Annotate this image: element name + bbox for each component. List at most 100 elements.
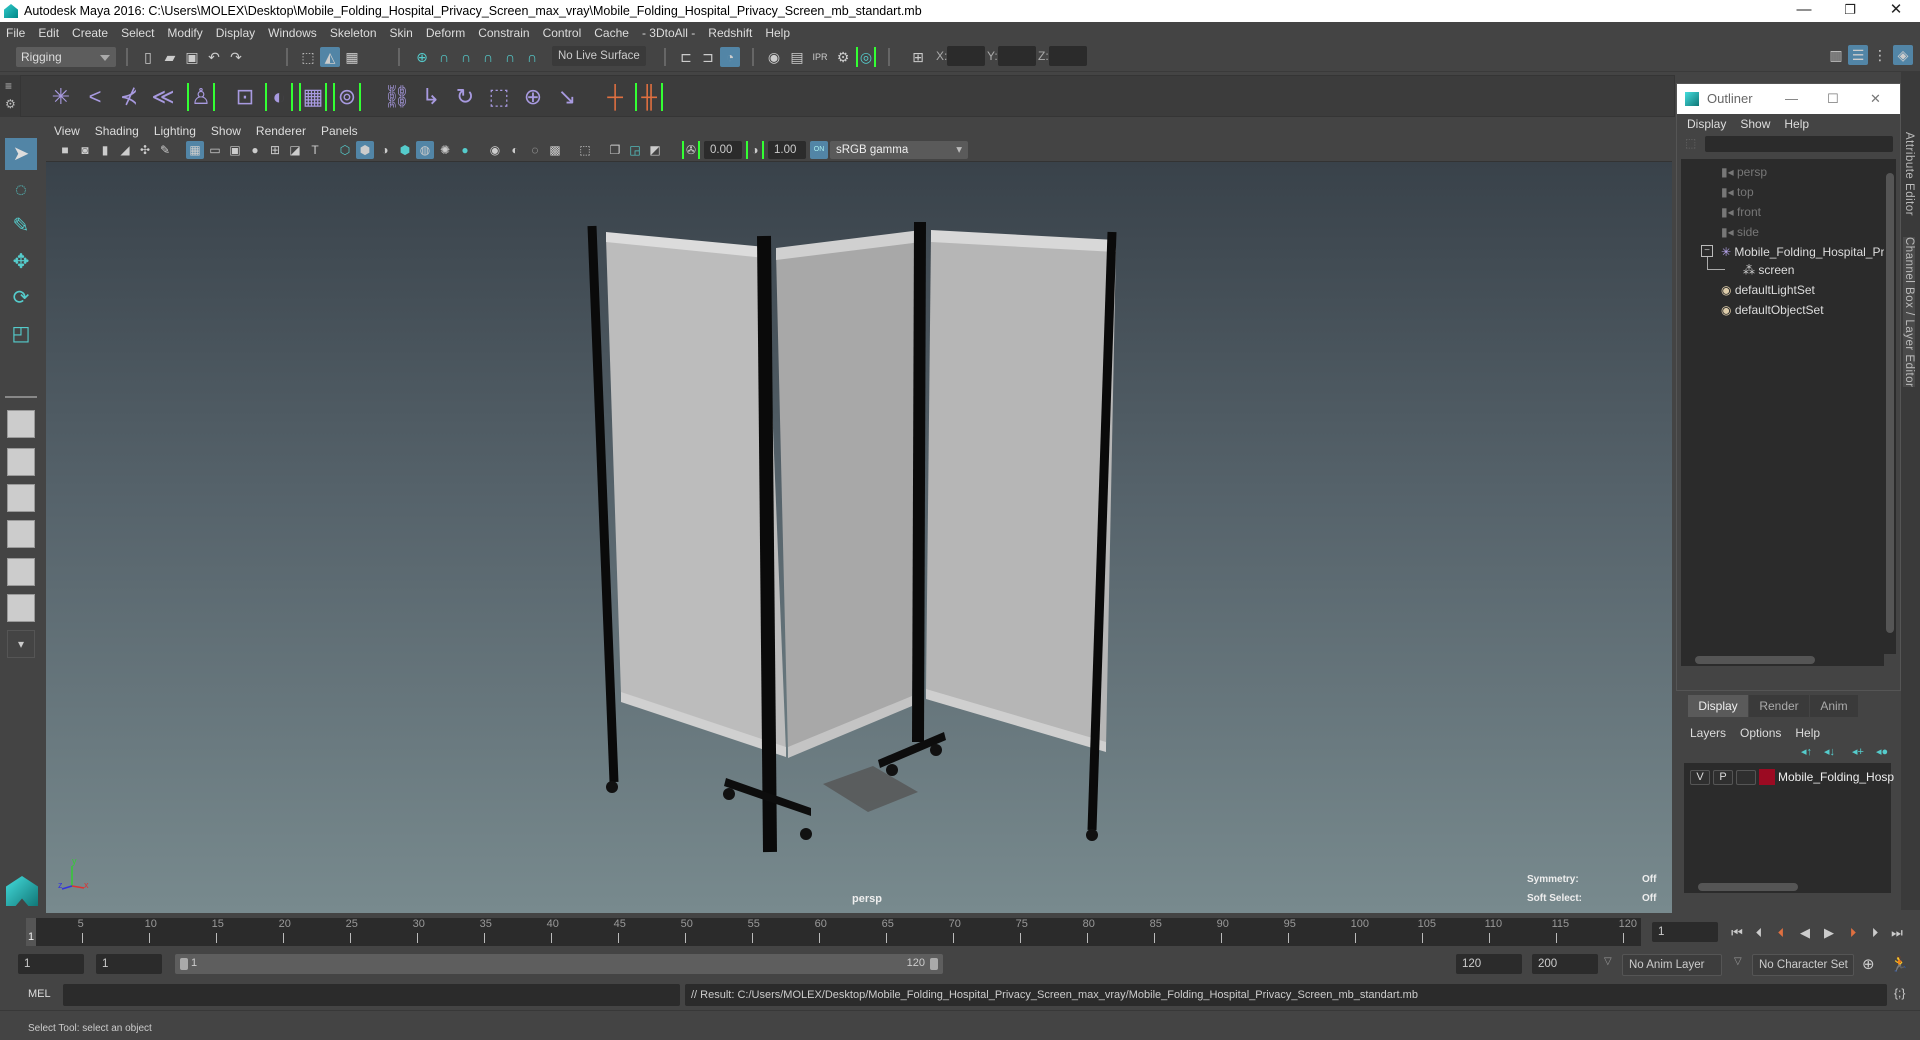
menu-file[interactable]: File <box>6 26 25 40</box>
menu-display[interactable]: Display <box>216 26 255 40</box>
paint-weights-icon[interactable]: ◐ <box>265 83 293 111</box>
layer-horizontal-scrollbar[interactable] <box>1684 881 1891 893</box>
outliner-horizontal-scrollbar[interactable] <box>1681 654 1884 666</box>
time-slider[interactable]: 1 5 10 15 20 25 30 35 40 45 50 55 60 65 70 75 80 85 90 95 1… <box>26 918 1641 946</box>
tree-item-top[interactable]: ▮◂ top <box>1721 183 1754 201</box>
exposure-icon[interactable]: ✇ <box>682 141 700 159</box>
shelf-tabs[interactable]: ≡ ⚙ <box>0 75 20 117</box>
menu-3dtoall[interactable]: - 3DtoAll - <box>642 26 695 40</box>
anim-layer-dropdown[interactable]: No Anim Layer <box>1622 954 1722 976</box>
snap-surface-icon[interactable]: ∩ <box>500 47 520 67</box>
outliner-minimize-button[interactable]: — <box>1785 84 1798 114</box>
layer-tab-render[interactable]: Render <box>1749 695 1809 717</box>
vp-menu-renderer[interactable]: Renderer <box>256 124 306 138</box>
play-forwards-icon[interactable]: ▶ <box>1820 924 1838 942</box>
menu-edit[interactable]: Edit <box>38 26 59 40</box>
anti-aliasing-icon[interactable]: ◌ <box>526 141 544 159</box>
snap-grid-icon[interactable]: ⊕ <box>412 47 432 67</box>
outliner-vertical-scrollbar[interactable] <box>1884 159 1896 654</box>
snap-view-plane-icon[interactable]: ∩ <box>478 47 498 67</box>
quick-rig-icon[interactable]: ≪ <box>149 83 177 111</box>
gamma-icon[interactable]: ◑ <box>746 141 764 159</box>
step-back-frame-icon[interactable]: ⏴ <box>1750 924 1768 942</box>
collapse-toggle[interactable]: − <box>1701 245 1713 257</box>
tool-settings-toggle-icon[interactable]: ⋮ <box>1870 45 1890 65</box>
persp-graph-outliner-layout-icon[interactable] <box>7 594 35 622</box>
constraint-driven-icon[interactable]: ╫ <box>635 83 663 111</box>
menu-modify[interactable]: Modify <box>167 26 202 40</box>
gate-mask-icon[interactable]: ● <box>246 141 264 159</box>
snap-live-icon[interactable]: ∩ <box>522 47 542 67</box>
animation-preferences-icon[interactable]: 🏃 <box>1890 955 1909 973</box>
start-time-field[interactable]: 1 <box>18 954 84 974</box>
joint-tool-icon[interactable]: ✳ <box>47 83 75 111</box>
menu-constrain[interactable]: Constrain <box>478 26 529 40</box>
ik-spline-icon[interactable]: ⊀ <box>115 83 143 111</box>
gamma-field[interactable]: 1.00 <box>768 141 806 159</box>
range-slider[interactable]: 1 120 <box>175 954 943 974</box>
layer-name[interactable]: Mobile_Folding_Hosp <box>1778 770 1894 784</box>
select-object-icon[interactable]: ◭ <box>320 47 340 67</box>
tree-item-default-light-set[interactable]: ◉ defaultLightSet <box>1721 281 1815 299</box>
layer-tab-anim[interactable]: Anim <box>1810 695 1858 717</box>
input-ops-icon[interactable]: ⊏ <box>676 47 696 67</box>
perspective-viewport[interactable]: y x z persp Symmetry: Off Soft Select: O… <box>46 162 1672 913</box>
xray-active-components-icon[interactable]: ◲ <box>626 141 644 159</box>
ik-handle-icon[interactable]: < <box>81 83 109 111</box>
exposure-field[interactable]: 0.00 <box>704 141 742 159</box>
vp-menu-show[interactable]: Show <box>211 124 241 138</box>
2d-pan-zoom-icon[interactable]: ✣ <box>136 141 154 159</box>
modeling-toolkit-icon[interactable]: ▥ <box>1826 45 1846 65</box>
layer-tab-display[interactable]: Display <box>1688 695 1748 717</box>
tree-item-screen[interactable]: ⁂ screen <box>1743 261 1794 279</box>
menu-cache[interactable]: Cache <box>594 26 629 40</box>
move-layer-down-icon[interactable]: ◂↓ <box>1824 745 1835 758</box>
layer-row[interactable]: V P Mobile_Folding_Hosp <box>1684 763 1894 791</box>
bind-skin-icon[interactable]: ⊡ <box>231 83 259 111</box>
menu-deform[interactable]: Deform <box>426 26 465 40</box>
render-settings-icon[interactable]: ⚙ <box>833 47 853 67</box>
open-scene-icon[interactable]: ▰ <box>160 47 180 67</box>
color-management-toggle[interactable]: ON <box>810 141 828 159</box>
lattice-icon[interactable]: ▦ <box>299 83 327 111</box>
step-forward-frame-icon[interactable]: ⏵ <box>1866 924 1884 942</box>
image-plane-icon[interactable]: ◢ <box>116 141 134 159</box>
outliner-menu-help[interactable]: Help <box>1784 117 1809 131</box>
hypershade-icon[interactable]: ◎ <box>856 47 876 67</box>
layer-playback-toggle[interactable]: P <box>1713 770 1733 785</box>
end-time-field[interactable]: 200 <box>1532 954 1598 974</box>
command-language-toggle[interactable]: MEL <box>28 988 51 1000</box>
tree-item-front[interactable]: ▮◂ front <box>1721 203 1761 221</box>
film-gate-icon[interactable]: ▭ <box>206 141 224 159</box>
parent-constraint-icon[interactable]: ⛓ <box>383 83 411 111</box>
new-scene-icon[interactable]: ▯ <box>138 47 158 67</box>
character-set-dropdown[interactable]: No Character Set <box>1752 954 1854 976</box>
layer-menu-help[interactable]: Help <box>1795 726 1820 740</box>
menu-windows[interactable]: Windows <box>268 26 317 40</box>
select-camera-icon[interactable]: ■ <box>56 141 74 159</box>
range-end-handle[interactable] <box>930 958 938 970</box>
layer-type-toggle[interactable] <box>1736 770 1756 785</box>
menu-select[interactable]: Select <box>121 26 154 40</box>
step-forward-key-icon[interactable]: ⏵ <box>1844 924 1862 942</box>
filter-icon[interactable]: ⬚ <box>1685 136 1696 150</box>
go-to-end-icon[interactable]: ⏭ <box>1888 924 1906 942</box>
tree-item-persp[interactable]: ▮◂ persp <box>1721 163 1767 181</box>
outliner-maximize-button[interactable]: ☐ <box>1827 84 1839 114</box>
bookmark-icon[interactable]: ▮ <box>96 141 114 159</box>
grid-icon[interactable]: ▦ <box>186 141 204 159</box>
camera-attributes-icon[interactable]: ◙ <box>76 141 94 159</box>
layout-expand-icon[interactable]: ▾ <box>7 630 35 658</box>
safe-action-icon[interactable]: ◪ <box>286 141 304 159</box>
tree-item-default-object-set[interactable]: ◉ defaultObjectSet <box>1721 301 1824 319</box>
menu-skin[interactable]: Skin <box>390 26 413 40</box>
y-field[interactable] <box>998 46 1036 66</box>
set-driven-key-icon[interactable]: ┼ <box>601 83 629 111</box>
snap-curve-icon[interactable]: ∩ <box>434 47 454 67</box>
scale-constraint-icon[interactable]: ⬚ <box>485 83 513 111</box>
outliner-search-input[interactable] <box>1705 136 1893 152</box>
menu-create[interactable]: Create <box>72 26 108 40</box>
xray-icon[interactable]: ❐ <box>606 141 624 159</box>
menu-control[interactable]: Control <box>543 26 582 40</box>
grease-pencil-icon[interactable]: ✎ <box>156 141 174 159</box>
